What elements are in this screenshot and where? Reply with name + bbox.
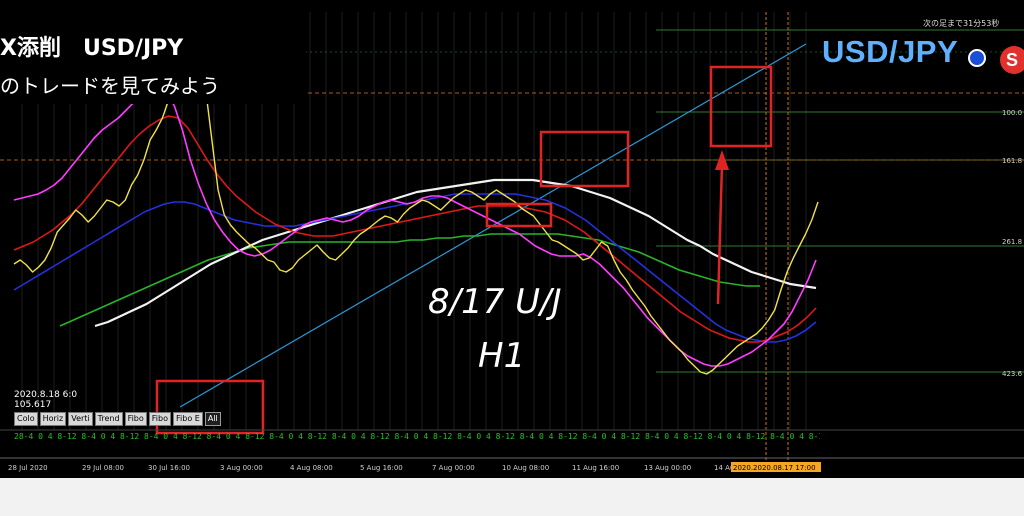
- cursor-price: 105.617: [14, 400, 52, 410]
- page-bottom-area: [0, 478, 1024, 516]
- title-box: X添削 USD/JPY のトレードを見てみよう: [0, 8, 306, 104]
- tool-horizontal-button[interactable]: Horiz: [39, 412, 67, 426]
- x-tick-label: 13 Aug 00:00: [644, 464, 691, 472]
- tool-fibo-button[interactable]: Fibo: [124, 412, 147, 426]
- countdown-text: 次の足まで31分53秒: [923, 19, 1000, 28]
- title-line2: のトレードを見てみよう: [0, 74, 220, 98]
- tool-all-button[interactable]: All: [204, 412, 221, 426]
- tool-fibo-e-button[interactable]: Fibo E: [173, 412, 203, 426]
- handwriting-line1: 8/17 U/J: [428, 282, 562, 322]
- avatar-icon[interactable]: [968, 49, 986, 67]
- x-tick-label: 5 Aug 16:00: [360, 464, 403, 472]
- tool-trend-button[interactable]: Trend: [94, 412, 123, 426]
- chart-scrollbar[interactable]: 28-4 0 4 8-12 8-4 0 4 8-12 8-4 0 4 8-12 …: [14, 432, 820, 442]
- fibo-label: 100.0: [1002, 109, 1022, 117]
- x-tick-label: 11 Aug 16:00: [572, 464, 619, 472]
- tool-fibo2-button[interactable]: Fibo: [148, 412, 171, 426]
- tool-color-button[interactable]: Colo: [14, 412, 38, 426]
- cursor-date: 2020.8.18 6:0: [14, 390, 78, 400]
- x-tick-label: 29 Jul 08:00: [82, 464, 124, 472]
- x-tick-label: 10 Aug 08:00: [502, 464, 549, 472]
- fibo-label: 261.8: [1002, 238, 1022, 246]
- handwriting-line2: H1: [478, 336, 525, 376]
- tool-vertical-button[interactable]: Verti: [68, 412, 93, 426]
- fibo-label: 423.6: [1002, 370, 1023, 378]
- cursor-info: 2020.8.18 6:0 105.617: [14, 390, 77, 410]
- title-line1: X添削 USD/JPY: [0, 36, 184, 61]
- s-badge[interactable]: S: [1000, 46, 1024, 74]
- x-tick-label: 28 Jul 2020: [8, 464, 48, 472]
- x-tick-label: 3 Aug 00:00: [220, 464, 263, 472]
- fibo-label: 161.8: [1002, 157, 1022, 165]
- x-tick-highlight: 2020.2020.08.17 17:00: [733, 464, 816, 472]
- toolbar: Colo Horiz Verti Trend Fibo Fibo Fibo E …: [14, 412, 221, 426]
- x-tick-label: 4 Aug 08:00: [290, 464, 333, 472]
- x-tick-label: 30 Jul 16:00: [148, 464, 190, 472]
- logo-text: USD/JPY: [822, 34, 959, 69]
- x-tick-label: 7 Aug 00:00: [432, 464, 475, 472]
